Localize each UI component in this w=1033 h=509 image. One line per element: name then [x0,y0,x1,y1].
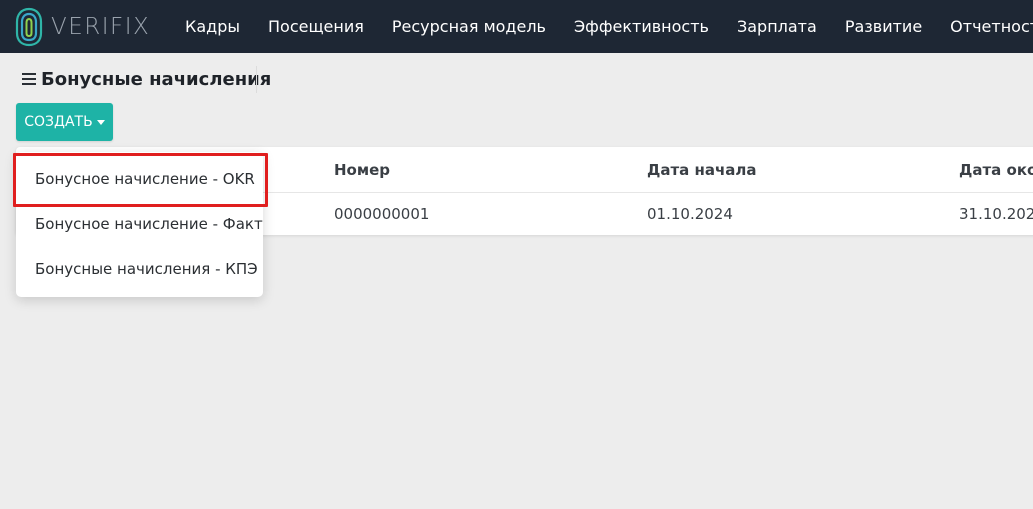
cell-end-date: 31.10.2024 [959,205,1033,223]
nav-item-otchetnost[interactable]: Отчетность [936,0,1033,53]
column-header-number[interactable]: Номер [334,147,390,193]
create-button[interactable]: СОЗДАТЬ [16,103,113,141]
column-header-end-date[interactable]: Дата окон [959,147,1033,193]
create-dropdown-menu: Бонусное начисление - OKR Бонусное начис… [16,152,263,297]
cell-start-date: 01.10.2024 [647,205,733,223]
menu-item-bonus-fact[interactable]: Бонусное начисление - Факт [16,202,263,247]
brand-logo-link[interactable]: VERIFIX [14,5,150,48]
title-divider [256,66,257,93]
column-header-start-date[interactable]: Дата начала [647,147,757,193]
top-navbar: VERIFIX Кадры Посещения Ресурсная модель… [0,0,1033,53]
brand-name: VERIFIX [51,13,151,40]
nav-item-poseshcheniya[interactable]: Посещения [254,0,378,53]
hamburger-menu-icon[interactable] [22,73,36,85]
cell-number: 0000000001 [334,205,430,223]
nav-item-zarplata[interactable]: Зарплата [723,0,831,53]
menu-item-bonus-kpe[interactable]: Бонусные начисления - КПЭ [16,247,263,292]
fingerprint-logo-icon [15,7,43,46]
nav-item-effektivnost[interactable]: Эффективность [560,0,723,53]
nav-item-razvitie[interactable]: Развитие [831,0,936,53]
page-title-text: Бонусные начисления [41,68,272,90]
nav-item-resursnaya-model[interactable]: Ресурсная модель [378,0,560,53]
page-title: Бонусные начисления [22,66,271,92]
main-nav-menu: Кадры Посещения Ресурсная модель Эффекти… [171,0,1033,53]
nav-item-kadry[interactable]: Кадры [171,0,254,53]
create-button-label: СОЗДАТЬ [24,114,93,130]
caret-down-icon [96,119,105,125]
menu-item-bonus-okr[interactable]: Бонусное начисление - OKR [16,156,263,202]
